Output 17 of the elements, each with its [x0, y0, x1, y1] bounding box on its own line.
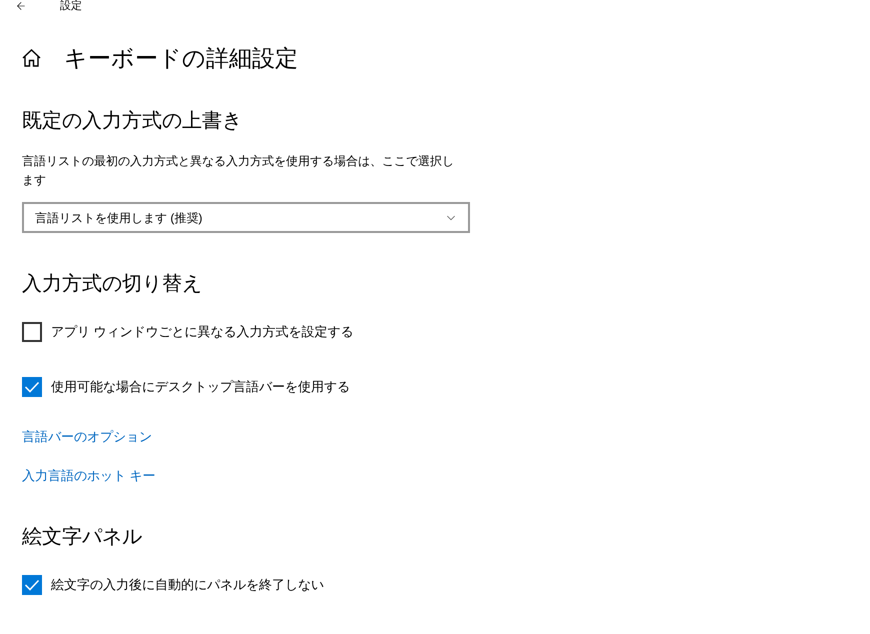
home-icon[interactable]: [22, 49, 41, 67]
checkbox-label: 使用可能な場合にデスクトップ言語バーを使用する: [51, 378, 350, 396]
section-heading: 既定の入力方式の上書き: [22, 109, 242, 134]
settings-link[interactable]: 言語バーのオプション: [22, 427, 152, 447]
window-title: 設定: [60, 0, 82, 12]
page-title: キーボードの詳細設定: [64, 44, 298, 73]
back-arrow-icon[interactable]: [15, 0, 27, 12]
section-heading: 絵文字パネル: [22, 525, 142, 550]
input-method-dropdown[interactable]: 言語リストを使用します (推奨): [22, 202, 470, 233]
checkbox-label: アプリ ウィンドウごとに異なる入力方式を設定する: [51, 323, 354, 341]
settings-link[interactable]: 入力言語のホット キー: [22, 466, 156, 486]
checkbox[interactable]: [22, 377, 42, 397]
checkbox[interactable]: [22, 322, 42, 342]
checkbox[interactable]: [22, 575, 42, 595]
description-text: 言語リストの最初の入力方式と異なる入力方式を使用する場合は、ここで選択します: [22, 153, 455, 189]
section-heading: 入力方式の切り替え: [22, 272, 202, 297]
checkbox-label: 絵文字の入力後に自動的にパネルを終了しない: [51, 576, 324, 594]
